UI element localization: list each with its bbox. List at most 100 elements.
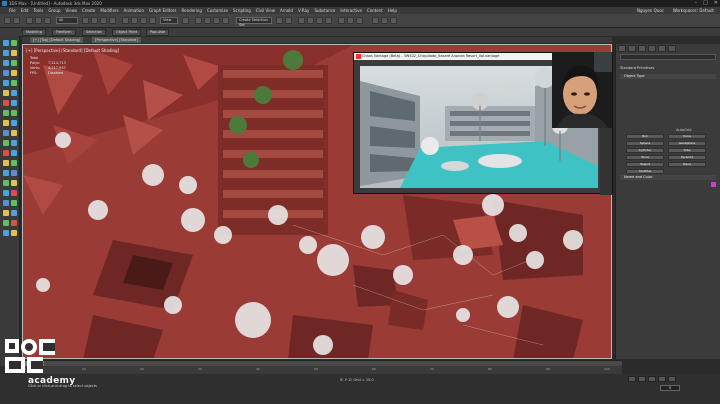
batch-render-icon[interactable]	[11, 230, 17, 236]
select-by-name-icon[interactable]	[91, 17, 98, 24]
project-folder-icon[interactable]	[11, 210, 17, 216]
create-camera-icon[interactable]	[3, 60, 9, 66]
attach-icon[interactable]	[3, 120, 9, 126]
user-account[interactable]: Nguyen Quoc	[637, 7, 664, 14]
primitive-type-dropdown[interactable]	[620, 54, 716, 60]
rendered-frame-window-icon[interactable]	[347, 17, 354, 24]
menu-modifiers[interactable]: Modifiers	[100, 7, 118, 14]
maximize-button[interactable]: □	[703, 0, 708, 7]
next-frame-icon[interactable]	[658, 376, 666, 382]
unlink-icon[interactable]	[35, 17, 42, 24]
xref-icon[interactable]	[3, 170, 9, 176]
play-icon[interactable]	[648, 376, 656, 382]
cone-button[interactable]: Cone	[668, 134, 706, 139]
tab-freeform[interactable]: Freeform	[52, 29, 76, 36]
viewport-label[interactable]: [+] [Perspective] [Standard] [Default Sh…	[26, 48, 119, 53]
utilities-tab-icon[interactable]	[668, 45, 676, 52]
viewport-tab-top[interactable]: [+] [Top] [Default Shading]	[30, 37, 84, 43]
menu-scripting[interactable]: Scripting	[233, 7, 251, 14]
window-crossing-icon[interactable]	[109, 17, 116, 24]
menu-vray[interactable]: V-Ray	[298, 7, 309, 14]
geosphere-button[interactable]: GeoSphere	[668, 141, 706, 146]
snapshot-icon[interactable]	[11, 180, 17, 186]
rectangular-selection-icon[interactable]	[100, 17, 107, 24]
link-icon[interactable]	[26, 17, 33, 24]
proxy-icon[interactable]	[11, 170, 17, 176]
tube-button[interactable]: Tube	[668, 148, 706, 153]
vantage-export-icon[interactable]	[11, 220, 17, 226]
menu-create[interactable]: Create	[82, 7, 95, 14]
vray-light-icon[interactable]	[381, 17, 388, 24]
tab-populate[interactable]: Populate	[146, 29, 170, 36]
scatter-icon[interactable]	[3, 140, 9, 146]
placement-icon[interactable]	[149, 17, 156, 24]
create-sphere-icon[interactable]	[11, 40, 17, 46]
sphere-button[interactable]: Sphere	[626, 141, 664, 146]
reference-coord-dropdown[interactable]: View	[160, 17, 178, 24]
close-button[interactable]: ✕	[714, 0, 718, 7]
vantage-live-icon[interactable]	[3, 220, 9, 226]
vray-toolbar-icon[interactable]	[372, 17, 379, 24]
vray-mtl-icon[interactable]	[3, 100, 9, 106]
current-frame-field[interactable]: 0	[660, 385, 680, 391]
schematic-view-icon[interactable]	[316, 17, 323, 24]
go-to-start-icon[interactable]	[628, 376, 636, 382]
menu-views[interactable]: Views	[66, 7, 78, 14]
menu-tools[interactable]: Tools	[33, 7, 43, 14]
render-setup-icon[interactable]	[338, 17, 345, 24]
freeze-icon[interactable]	[3, 160, 9, 166]
angle-snap-icon[interactable]	[204, 17, 211, 24]
torus-button[interactable]: Torus	[626, 155, 664, 160]
pyramid-button[interactable]: Pyramid	[668, 155, 706, 160]
plane-button[interactable]: Plane	[668, 162, 706, 167]
clone-icon[interactable]	[3, 180, 9, 186]
box-button[interactable]: Box	[626, 134, 664, 139]
vray-physical-camera-icon[interactable]	[11, 90, 17, 96]
spinner-snap-icon[interactable]	[222, 17, 229, 24]
redo-icon[interactable]	[13, 17, 20, 24]
named-selection-sets-dropdown[interactable]: Create Selection Set	[236, 17, 272, 27]
layer-manager-icon[interactable]	[11, 200, 17, 206]
curve-editor-icon[interactable]	[307, 17, 314, 24]
go-to-end-icon[interactable]	[668, 376, 676, 382]
selection-filter-dropdown[interactable]: All	[56, 17, 78, 24]
menu-group[interactable]: Group	[48, 7, 60, 14]
script-listener-icon[interactable]	[3, 230, 9, 236]
mirror-icon[interactable]	[276, 17, 283, 24]
group-icon[interactable]	[11, 160, 17, 166]
menu-customize[interactable]: Customize	[207, 7, 228, 14]
hierarchy-tab-icon[interactable]	[638, 45, 646, 52]
track-bar[interactable]: 0 10 20 30 40 50 60 70 80 90 100	[22, 366, 622, 374]
percent-snap-icon[interactable]	[213, 17, 220, 24]
create-spacewarp-icon[interactable]	[11, 70, 17, 76]
menu-civil-view[interactable]: Civil View	[256, 7, 275, 14]
create-light-icon[interactable]	[11, 50, 17, 56]
vray-fur-icon[interactable]	[11, 100, 17, 106]
select-object-icon[interactable]	[82, 17, 89, 24]
previous-frame-icon[interactable]	[638, 376, 646, 382]
menu-graph-editors[interactable]: Graph Editors	[149, 7, 176, 14]
detach-icon[interactable]	[11, 120, 17, 126]
menu-arnold[interactable]: Arnold	[280, 7, 293, 14]
textplus-button[interactable]: TextPlus	[626, 169, 664, 174]
hide-icon[interactable]	[11, 150, 17, 156]
asset-tracking-icon[interactable]	[3, 210, 9, 216]
bind-space-warp-icon[interactable]	[44, 17, 51, 24]
display-tab-icon[interactable]	[658, 45, 666, 52]
workspaces-dropdown[interactable]: Workspaces: Default	[673, 7, 714, 14]
align-icon[interactable]	[285, 17, 292, 24]
tab-object-paint[interactable]: Object Paint	[112, 29, 142, 36]
autogrid-checkbox[interactable]: AutoGrid	[676, 128, 691, 132]
create-helper-icon[interactable]	[11, 60, 17, 66]
menu-substance[interactable]: Substance	[314, 7, 335, 14]
unwrap-uvw-icon[interactable]	[11, 80, 17, 86]
viewport-tab-perspective[interactable]: [Perspective] [Standard]	[92, 37, 141, 43]
menu-edit[interactable]: Edit	[21, 7, 29, 14]
create-shape-icon[interactable]	[3, 70, 9, 76]
array-icon[interactable]	[11, 140, 17, 146]
modify-tab-icon[interactable]	[628, 45, 636, 52]
create-cylinder-icon[interactable]	[3, 50, 9, 56]
layer-explorer-icon[interactable]	[298, 17, 305, 24]
rotate-icon[interactable]	[131, 17, 138, 24]
material-editor-icon[interactable]	[325, 17, 332, 24]
